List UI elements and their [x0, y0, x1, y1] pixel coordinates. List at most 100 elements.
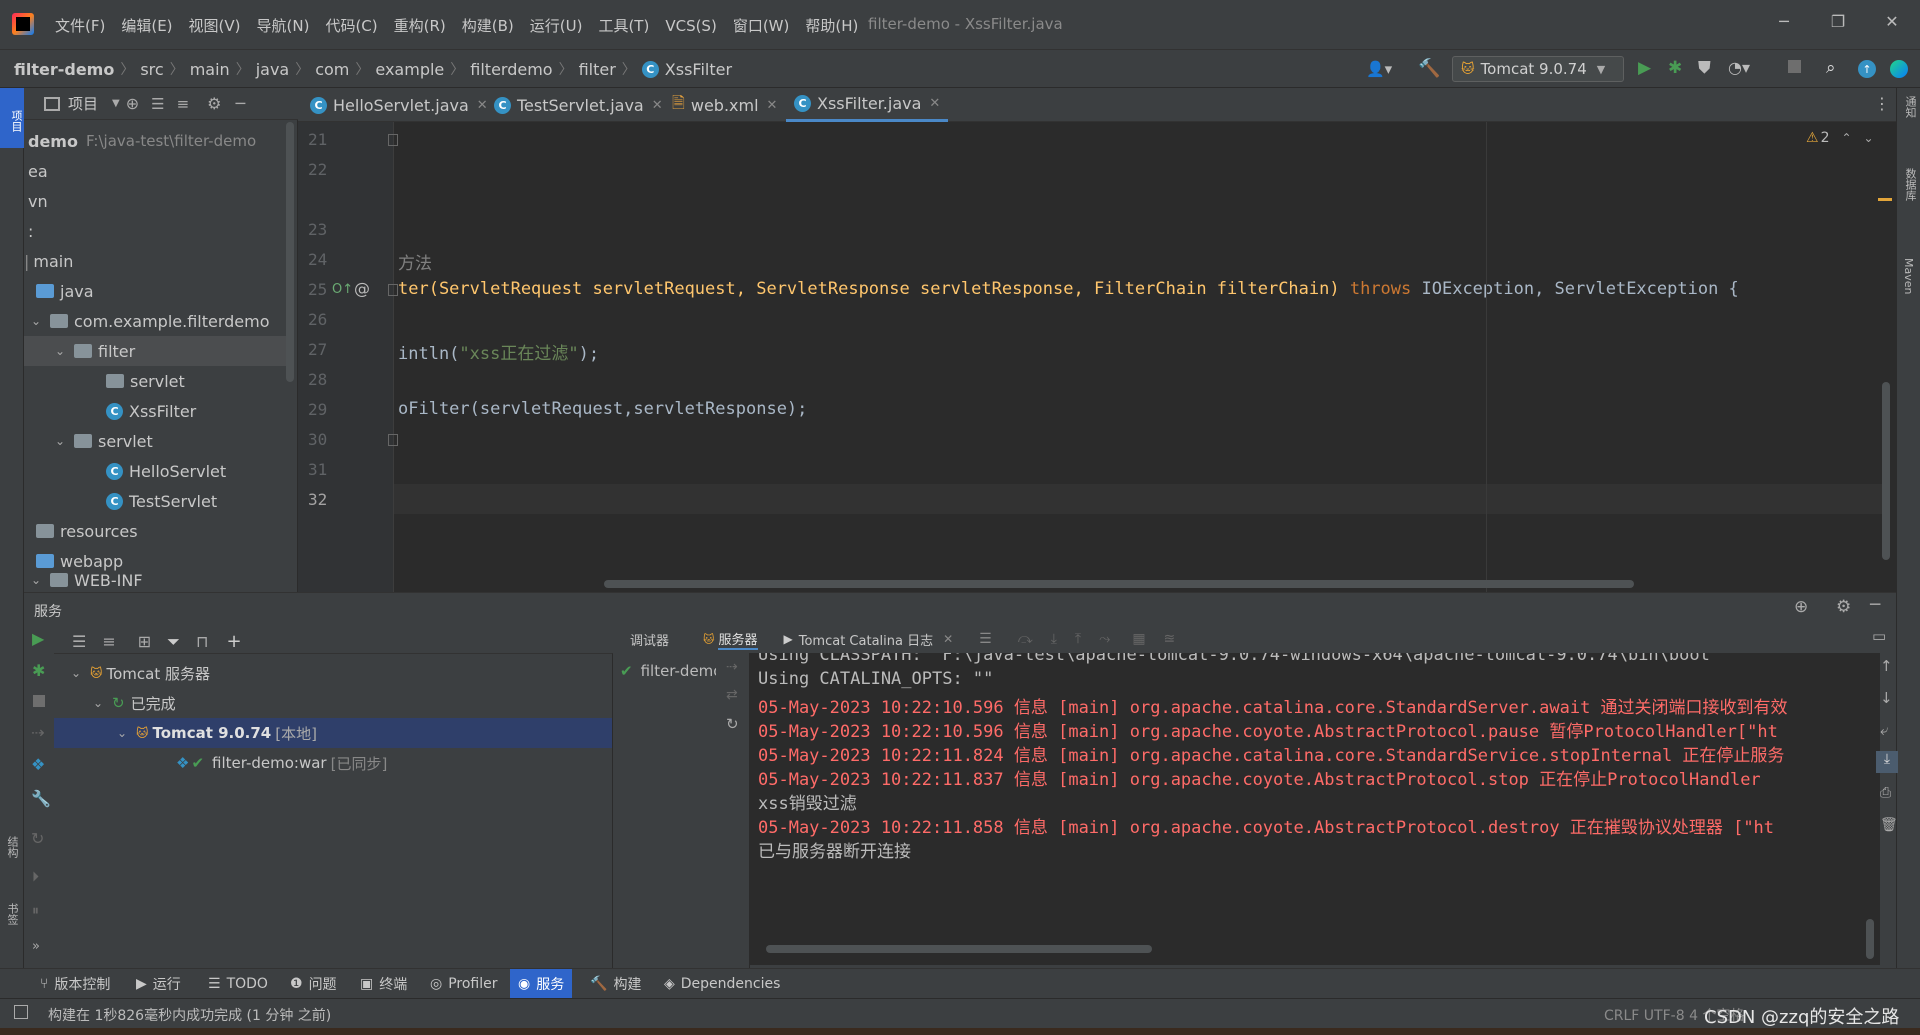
breadcrumb-filterdemo[interactable]: filterdemo: [470, 60, 552, 79]
tree-item-servlet[interactable]: ⌄ servlet: [52, 426, 153, 456]
plugin-icon[interactable]: [1890, 60, 1908, 78]
deploy-action-icon[interactable]: ⇢: [726, 659, 738, 675]
tree-item-resources[interactable]: resources: [36, 516, 138, 546]
search-icon[interactable]: ⌕: [1826, 58, 1836, 78]
notifications-tool-button[interactable]: 通知: [1902, 96, 1918, 118]
collapse-all-icon[interactable]: ≡: [102, 632, 115, 651]
tree-item-artifact[interactable]: ❖ ✔ filter-demo:war [已同步]: [176, 748, 387, 778]
tree-item-web-inf[interactable]: ⌄ WEB-INF: [28, 570, 143, 590]
console-output[interactable]: Using CLASSPATH: "F:\java-test\apache-to…: [750, 653, 1880, 965]
menu-build[interactable]: 构建(B): [462, 15, 514, 36]
menu-refactor[interactable]: 重构(R): [394, 15, 446, 36]
menu-code[interactable]: 代码(C): [325, 15, 377, 36]
close-icon[interactable]: ✕: [943, 632, 953, 646]
chevron-down-icon[interactable]: ⌄: [28, 314, 44, 328]
wrench-icon[interactable]: 🔧: [31, 789, 51, 808]
profile-icon[interactable]: ◔▾: [1728, 58, 1750, 77]
menu-run[interactable]: 运行(U): [530, 15, 583, 36]
override-marker-icon[interactable]: O↑: [332, 282, 353, 297]
fold-marker-icon[interactable]: [388, 434, 398, 446]
tree-item-idea[interactable]: ea: [28, 156, 48, 186]
hide-icon[interactable]: ─: [236, 94, 246, 113]
minimize-button[interactable]: ─: [1772, 12, 1796, 36]
tab-testservlet[interactable]: C TestServlet.java ✕: [494, 88, 663, 122]
tree-item-mvn[interactable]: vn: [28, 186, 48, 216]
menu-edit[interactable]: 编辑(E): [121, 15, 172, 36]
breadcrumb-com[interactable]: com: [315, 60, 349, 79]
chevron-down-icon[interactable]: ⌄: [52, 344, 68, 358]
database-tool-button[interactable]: 数据库: [1902, 168, 1918, 201]
refresh-icon[interactable]: ↻: [31, 829, 44, 848]
run-config-selector[interactable]: 🐱 Tomcat 9.0.74 ▼: [1452, 56, 1624, 82]
tab-catalina-log[interactable]: Tomcat Catalina 日志: [799, 630, 933, 649]
annotation-marker-icon[interactable]: @: [354, 279, 370, 298]
tab-xssfilter[interactable]: C XssFilter.java ✕: [786, 88, 949, 122]
fold-marker-icon[interactable]: [388, 284, 398, 296]
menu-view[interactable]: 视图(V): [189, 15, 241, 36]
scroll-up-icon[interactable]: ↑: [1880, 657, 1893, 675]
project-tool-button[interactable]: 项目: [0, 88, 24, 148]
pause-icon[interactable]: ⏸: [32, 903, 39, 919]
tree-item-testservlet[interactable]: C TestServlet: [106, 486, 217, 516]
stop-icon[interactable]: [1788, 60, 1801, 73]
locate-icon[interactable]: ⊕: [1794, 597, 1808, 617]
restore-layout-icon[interactable]: ▭: [1872, 627, 1886, 645]
code-editor[interactable]: 21 22 23 24 25 26 27 28 29 30 31 32 O↑ @…: [298, 122, 1896, 592]
tree-item-tomcat-server[interactable]: ⌄ 🐱 Tomcat 服务器: [68, 658, 210, 688]
breadcrumb-example[interactable]: example: [375, 60, 444, 79]
step-out-icon[interactable]: ⤒: [1075, 631, 1081, 647]
tool-button-problems[interactable]: ❶ 问题: [290, 969, 337, 999]
filter-icon[interactable]: ⏷: [167, 632, 180, 652]
redeploy-icon[interactable]: ⇢: [31, 723, 44, 742]
tool-button-build[interactable]: 🔨 构建: [590, 969, 641, 999]
structure-tool-button[interactable]: 结构: [4, 836, 20, 858]
tool-button-terminal[interactable]: ▣ 终端: [360, 969, 407, 999]
chevron-down-icon[interactable]: ⌄: [114, 726, 130, 740]
more-tabs-icon[interactable]: ⋮: [1874, 94, 1890, 113]
threads-icon[interactable]: ☰: [979, 631, 992, 647]
maximize-button[interactable]: ❐: [1826, 12, 1850, 36]
breadcrumb-java[interactable]: java: [256, 60, 290, 79]
menu-vcs[interactable]: VCS(S): [665, 17, 716, 35]
tool-button-dependencies[interactable]: ◈ Dependencies: [664, 969, 780, 999]
breadcrumb-project[interactable]: filter-demo: [14, 60, 114, 79]
menu-navigate[interactable]: 导航(N): [257, 15, 310, 36]
trace-icon[interactable]: ≊: [1164, 631, 1176, 647]
project-view-label[interactable]: 项目: [68, 93, 98, 114]
expand-all-icon[interactable]: ☰: [72, 632, 86, 651]
update-icon[interactable]: ↑: [1858, 60, 1876, 78]
undeploy-icon[interactable]: ⇄: [726, 687, 738, 703]
previous-highlight-icon[interactable]: ⌃: [1841, 131, 1851, 145]
evaluate-icon[interactable]: ▦: [1132, 631, 1145, 647]
chevron-down-icon[interactable]: ⌄: [28, 573, 44, 587]
warning-stripe-marker[interactable]: [1878, 198, 1892, 201]
run-icon[interactable]: ▶: [32, 629, 44, 648]
refresh-icon[interactable]: ↻: [726, 715, 739, 733]
menu-tools[interactable]: 工具(T): [598, 15, 649, 36]
bookmarks-tool-button[interactable]: 书签: [4, 903, 20, 925]
tab-debugger[interactable]: 调试器: [630, 630, 669, 649]
coverage-icon[interactable]: ⛊: [1698, 58, 1711, 78]
tool-button-run[interactable]: ▶ 运行: [136, 969, 181, 999]
tree-item-filter-servlet[interactable]: servlet: [106, 366, 185, 396]
inspection-widget[interactable]: ⚠ 2 ⌃ ⌄: [1806, 130, 1874, 146]
chevron-down-icon[interactable]: ⌄: [52, 434, 68, 448]
console-vertical-scrollbar[interactable]: [1866, 919, 1874, 959]
breadcrumb-xssfilter[interactable]: XssFilter: [665, 60, 732, 79]
editor-horizontal-scrollbar[interactable]: [604, 580, 1634, 588]
breadcrumb-filter[interactable]: filter: [579, 60, 616, 79]
intellij-logo-icon[interactable]: [12, 13, 34, 35]
new-tab-icon[interactable]: ⊓: [196, 632, 208, 651]
print-icon[interactable]: ⎙: [1880, 785, 1891, 801]
step-into-icon[interactable]: ⤓: [1051, 631, 1057, 647]
tab-web-xml[interactable]: 🗎 web.xml ✕: [672, 88, 777, 122]
run-icon[interactable]: ▶: [1638, 58, 1651, 78]
debug-icon[interactable]: ✱: [32, 661, 45, 680]
toggle-tool-windows-icon[interactable]: [14, 1005, 28, 1019]
menu-help[interactable]: 帮助(H): [805, 15, 858, 36]
step-over-icon[interactable]: ⤼: [1018, 631, 1033, 647]
chevron-down-icon[interactable]: ⌄: [90, 696, 106, 710]
tree-item-java[interactable]: java: [36, 276, 94, 306]
tree-root[interactable]: demo F:\java-test\filter-demo: [28, 126, 256, 156]
expand-all-icon[interactable]: ☰: [151, 95, 164, 113]
